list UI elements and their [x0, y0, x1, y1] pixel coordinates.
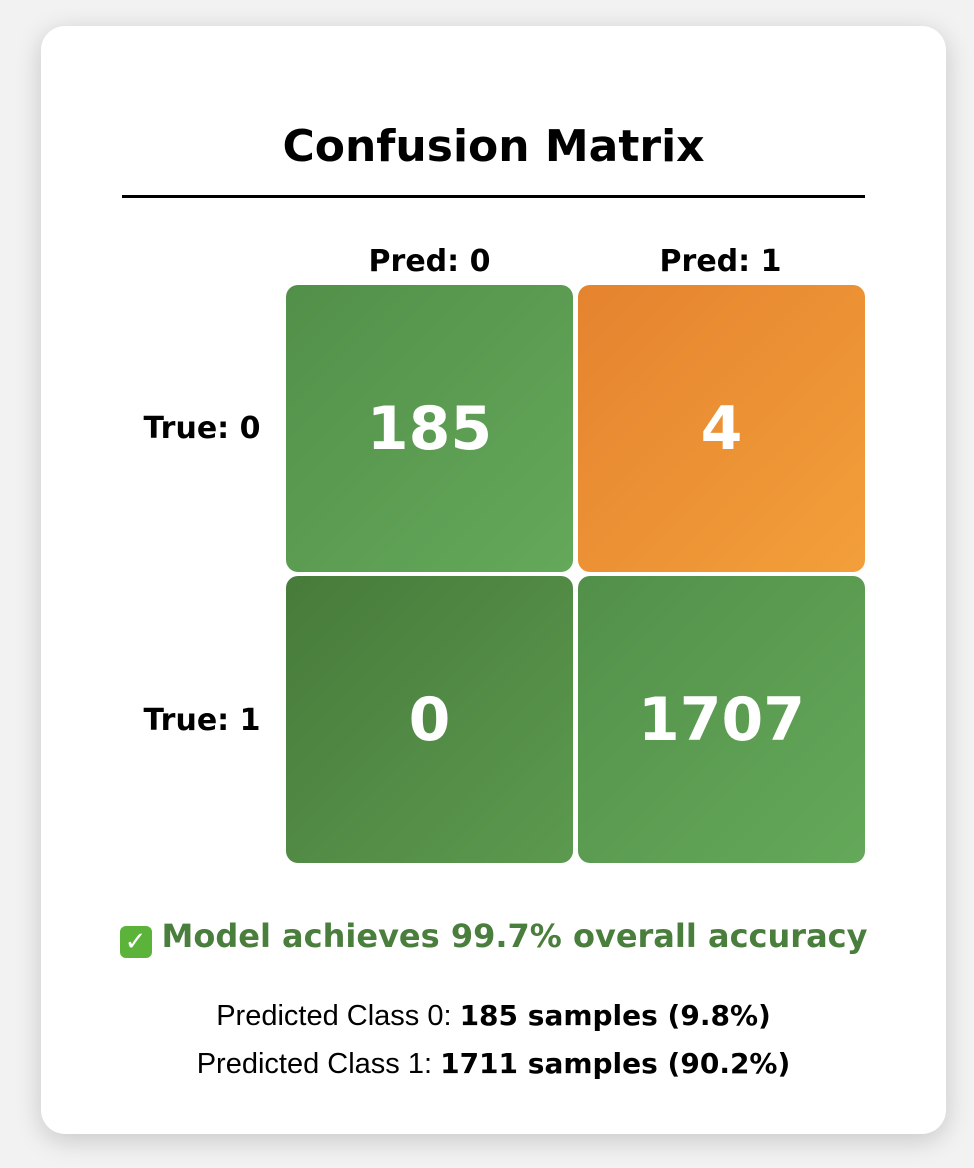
column-header-pred-0: Pred: 0: [368, 244, 491, 279]
matrix-cell-true0-pred0: 185: [286, 285, 573, 572]
summary-value: 185 samples (9.8%): [459, 999, 771, 1032]
chart-title: Confusion Matrix: [282, 121, 705, 172]
check-mark-icon: ✓: [119, 926, 152, 958]
summary-line-class-0: Predicted Class 0: 185 samples (9.8%): [41, 996, 946, 1036]
matrix-cell-true0-pred1: 4: [578, 285, 865, 572]
confusion-matrix-card: Confusion Matrix Pred: 0 Pred: 1 True: 0…: [41, 26, 946, 1134]
matrix-cell-true1-pred0: 0: [286, 576, 573, 863]
matrix-cell-true1-pred1: 1707: [578, 576, 865, 863]
title-divider: [122, 195, 865, 198]
row-header-true-1: True: 1: [143, 703, 261, 738]
summary-value: 1711 samples (90.2%): [440, 1047, 791, 1080]
row-header-true-0: True: 0: [143, 411, 261, 446]
summary-label: Predicted Class 1:: [196, 1048, 441, 1080]
accuracy-message: ✓ Model achieves 99.7% overall accuracy: [41, 914, 946, 958]
summary-line-class-1: Predicted Class 1: 1711 samples (90.2%): [41, 1044, 946, 1084]
column-header-pred-1: Pred: 1: [659, 244, 782, 279]
accuracy-text: Model achieves 99.7% overall accuracy: [161, 917, 868, 955]
summary-label: Predicted Class 0:: [216, 1000, 460, 1032]
